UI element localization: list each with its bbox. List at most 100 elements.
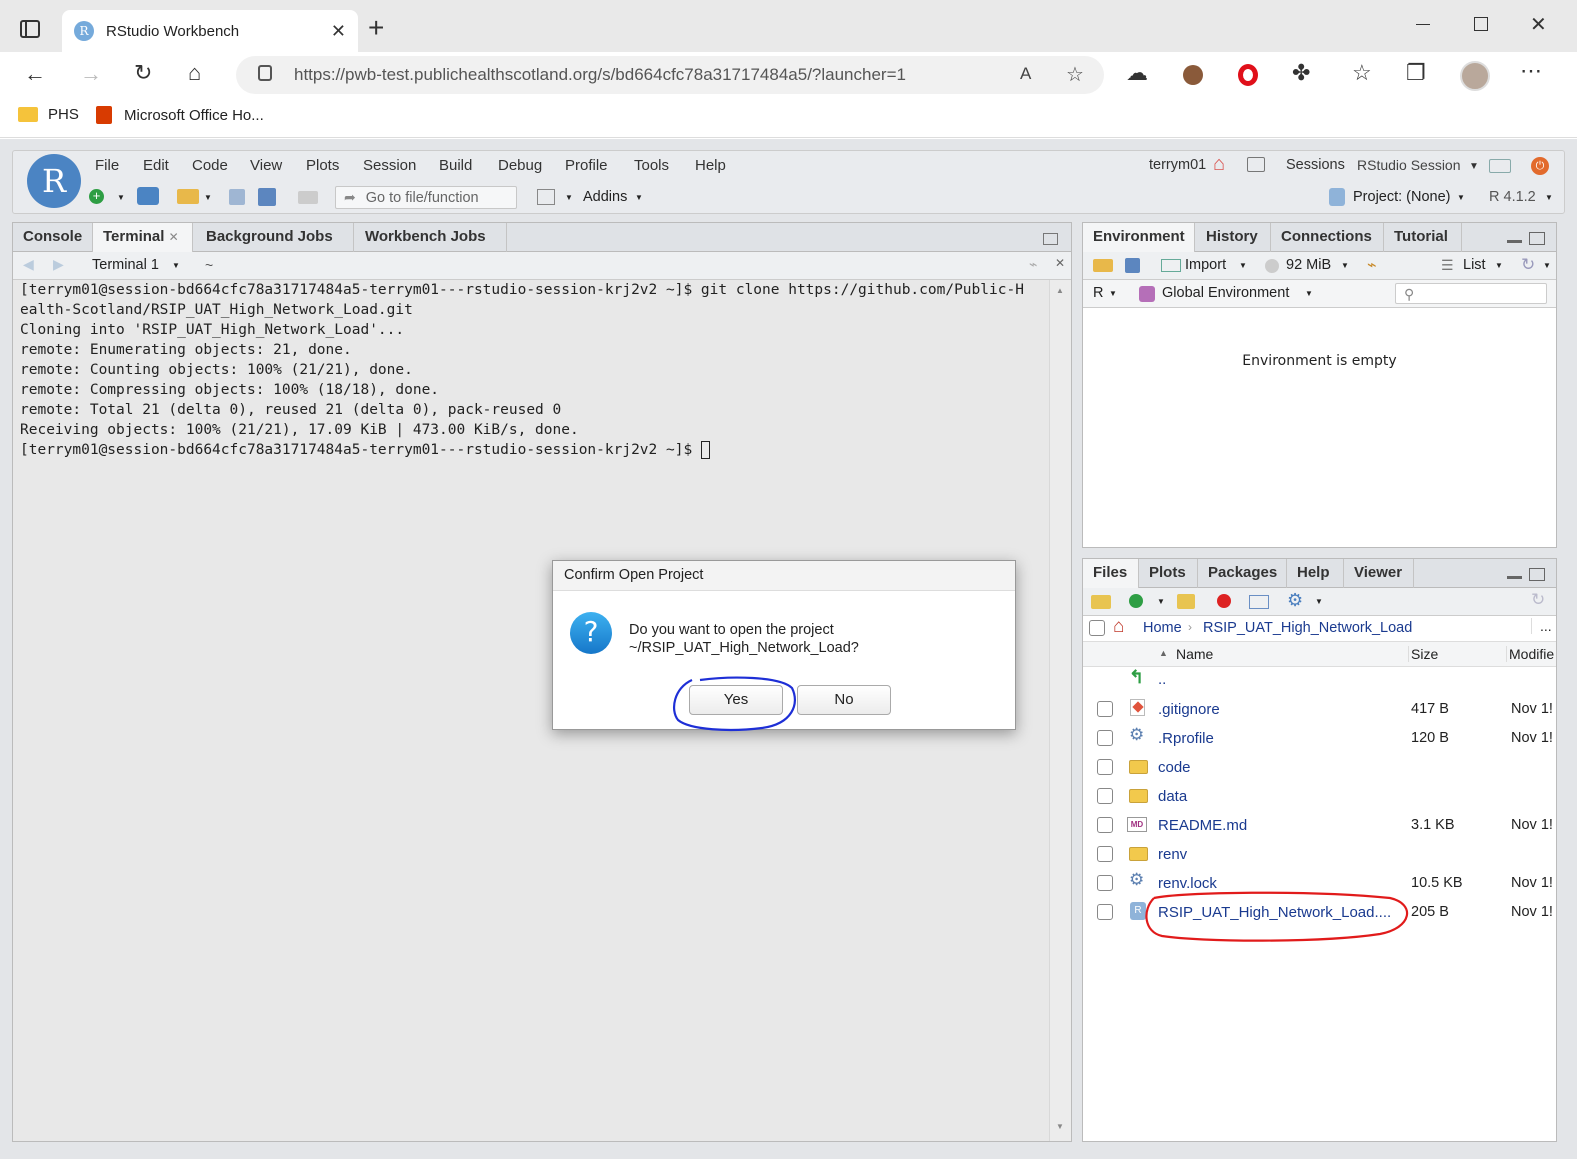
favorite-office[interactable]: Microsoft Office Ho... <box>96 106 264 124</box>
row-checkbox[interactable] <box>1097 875 1113 891</box>
new-session-icon[interactable] <box>1489 159 1511 173</box>
tab-environment[interactable]: Environment <box>1083 223 1195 252</box>
new-folder-icon[interactable] <box>1091 595 1111 609</box>
memory-usage[interactable]: 92 MiB <box>1286 257 1331 273</box>
cookie-extension-icon[interactable] <box>1183 65 1203 85</box>
chevron-down-icon[interactable]: ▼ <box>1157 597 1165 606</box>
r-version-menu[interactable]: R 4.1.2 <box>1489 189 1536 205</box>
layout-grid-icon[interactable] <box>537 189 555 205</box>
broom-icon[interactable]: ⌁ <box>1029 256 1037 273</box>
file-row[interactable]: MD README.md 3.1 KB Nov 1! <box>1083 811 1563 840</box>
read-aloud-icon[interactable]: A <box>1020 64 1031 84</box>
cloud-icon[interactable]: ☁ <box>1126 62 1148 84</box>
file-name[interactable]: .gitignore <box>1158 701 1220 718</box>
favorite-phs[interactable]: PHS <box>18 106 79 123</box>
import-dataset-menu[interactable]: Import <box>1185 257 1226 273</box>
env-search-input[interactable]: ⚲ <box>1395 283 1547 304</box>
goto-file-field[interactable]: ➦ Go to file/function <box>335 186 517 209</box>
extensions-icon[interactable]: ✤ <box>1292 62 1310 84</box>
refresh-icon[interactable]: ↻ <box>1531 590 1545 610</box>
opera-extension-icon[interactable] <box>1238 64 1258 86</box>
file-name[interactable]: code <box>1158 759 1191 776</box>
chevron-down-icon[interactable]: ▼ <box>1341 261 1349 270</box>
rename-icon[interactable] <box>1249 595 1269 609</box>
row-checkbox[interactable] <box>1097 759 1113 775</box>
modified-column-header[interactable]: Modifie <box>1506 646 1554 662</box>
save-workspace-icon[interactable] <box>1125 258 1140 273</box>
delete-icon[interactable] <box>1217 594 1231 608</box>
menu-file[interactable]: File <box>95 157 119 174</box>
terminal-scrollbar[interactable]: ▲ ▼ <box>1049 280 1071 1141</box>
upload-icon[interactable] <box>1177 594 1195 609</box>
chevron-down-icon[interactable]: ▼ <box>1109 289 1117 298</box>
parent-dir-row[interactable]: ↰ .. <box>1083 667 1563 696</box>
tab-tutorial[interactable]: Tutorial <box>1384 223 1462 252</box>
refresh-icon[interactable]: ↻ <box>1521 255 1535 275</box>
parent-dir-link[interactable]: .. <box>1158 671 1166 688</box>
more-menu-icon[interactable]: ⋯ <box>1520 60 1542 82</box>
chevron-down-icon[interactable]: ▼ <box>172 261 180 270</box>
chevron-down-icon[interactable]: ▼ <box>1469 161 1479 172</box>
breadcrumb-folder[interactable]: RSIP_UAT_High_Network_Load <box>1203 620 1412 636</box>
maximize-pane-icon[interactable] <box>1529 232 1545 245</box>
home-icon[interactable]: ⌂ <box>188 62 201 84</box>
tab-history[interactable]: History <box>1196 223 1271 252</box>
tab-terminal[interactable]: Terminal ✕ <box>93 223 193 252</box>
tab-connections[interactable]: Connections <box>1271 223 1384 252</box>
home-session-icon[interactable]: ⌂ <box>1213 153 1225 176</box>
menu-edit[interactable]: Edit <box>143 157 169 174</box>
view-mode-menu[interactable]: List <box>1463 257 1486 273</box>
close-window-icon[interactable]: ✕ <box>1530 12 1547 37</box>
sessions-label[interactable]: Sessions <box>1286 157 1345 173</box>
tab-console[interactable]: Console <box>13 223 93 252</box>
file-row[interactable]: ⚙ .Rprofile 120 B Nov 1! <box>1083 724 1563 753</box>
new-tab-button[interactable]: + <box>368 12 384 44</box>
prev-terminal-icon[interactable]: ◀ <box>23 256 34 273</box>
no-button[interactable]: No <box>797 685 891 715</box>
forward-icon[interactable]: → <box>80 63 102 85</box>
tab-plots[interactable]: Plots <box>1139 559 1198 588</box>
import-icon[interactable] <box>1161 259 1181 272</box>
scroll-down-icon[interactable]: ▼ <box>1056 1122 1064 1131</box>
menu-tools[interactable]: Tools <box>634 157 669 174</box>
addins-menu[interactable]: Addins <box>583 189 627 205</box>
restore-pane-icon[interactable] <box>1043 233 1058 245</box>
breadcrumb-home[interactable]: Home <box>1143 620 1182 636</box>
row-checkbox[interactable] <box>1097 817 1113 833</box>
row-checkbox[interactable] <box>1097 846 1113 862</box>
file-row[interactable]: .gitignore 417 B Nov 1! <box>1083 695 1563 724</box>
menu-help[interactable]: Help <box>695 157 726 174</box>
new-file-icon[interactable]: + <box>89 189 104 204</box>
menu-code[interactable]: Code <box>192 157 228 174</box>
power-icon[interactable]: ⏻ <box>1531 157 1549 175</box>
select-all-checkbox[interactable] <box>1089 620 1105 636</box>
menu-debug[interactable]: Debug <box>498 157 542 174</box>
browser-tab[interactable]: R RStudio Workbench ✕ <box>62 10 358 52</box>
close-terminal-icon[interactable]: ✕ <box>1055 256 1065 270</box>
menu-plots[interactable]: Plots <box>306 157 339 174</box>
chevron-down-icon[interactable]: ▼ <box>1457 193 1465 202</box>
chevron-down-icon[interactable]: ▼ <box>1495 261 1503 270</box>
collections-icon[interactable]: ❐ <box>1406 62 1426 84</box>
tab-workbench-jobs[interactable]: Workbench Jobs ✕ <box>355 223 507 272</box>
file-name[interactable]: renv <box>1158 846 1187 863</box>
chevron-down-icon[interactable]: ▼ <box>635 193 643 202</box>
more-path-button[interactable]: ... <box>1531 618 1552 634</box>
row-checkbox[interactable] <box>1097 730 1113 746</box>
environment-scope-select[interactable]: Global Environment <box>1162 285 1289 301</box>
tab-help[interactable]: Help <box>1287 559 1344 588</box>
chevron-down-icon[interactable]: ▼ <box>565 193 573 202</box>
menu-profile[interactable]: Profile <box>565 157 608 174</box>
next-terminal-icon[interactable]: ▶ <box>53 256 64 273</box>
lock-icon[interactable] <box>258 65 272 81</box>
file-row[interactable]: renv <box>1083 840 1563 869</box>
tab-background-jobs[interactable]: Background Jobs ✕ <box>196 223 354 272</box>
gear-icon[interactable]: ⚙ <box>1287 590 1303 611</box>
tab-packages[interactable]: Packages <box>1198 559 1287 588</box>
size-column-header[interactable]: Size <box>1408 646 1438 662</box>
open-file-icon[interactable] <box>177 189 199 204</box>
minimize-icon[interactable] <box>1416 24 1430 25</box>
favorites-icon[interactable]: ☆ <box>1352 62 1372 84</box>
home-icon[interactable]: ⌂ <box>1113 616 1124 638</box>
file-name[interactable]: .Rprofile <box>1158 730 1214 747</box>
